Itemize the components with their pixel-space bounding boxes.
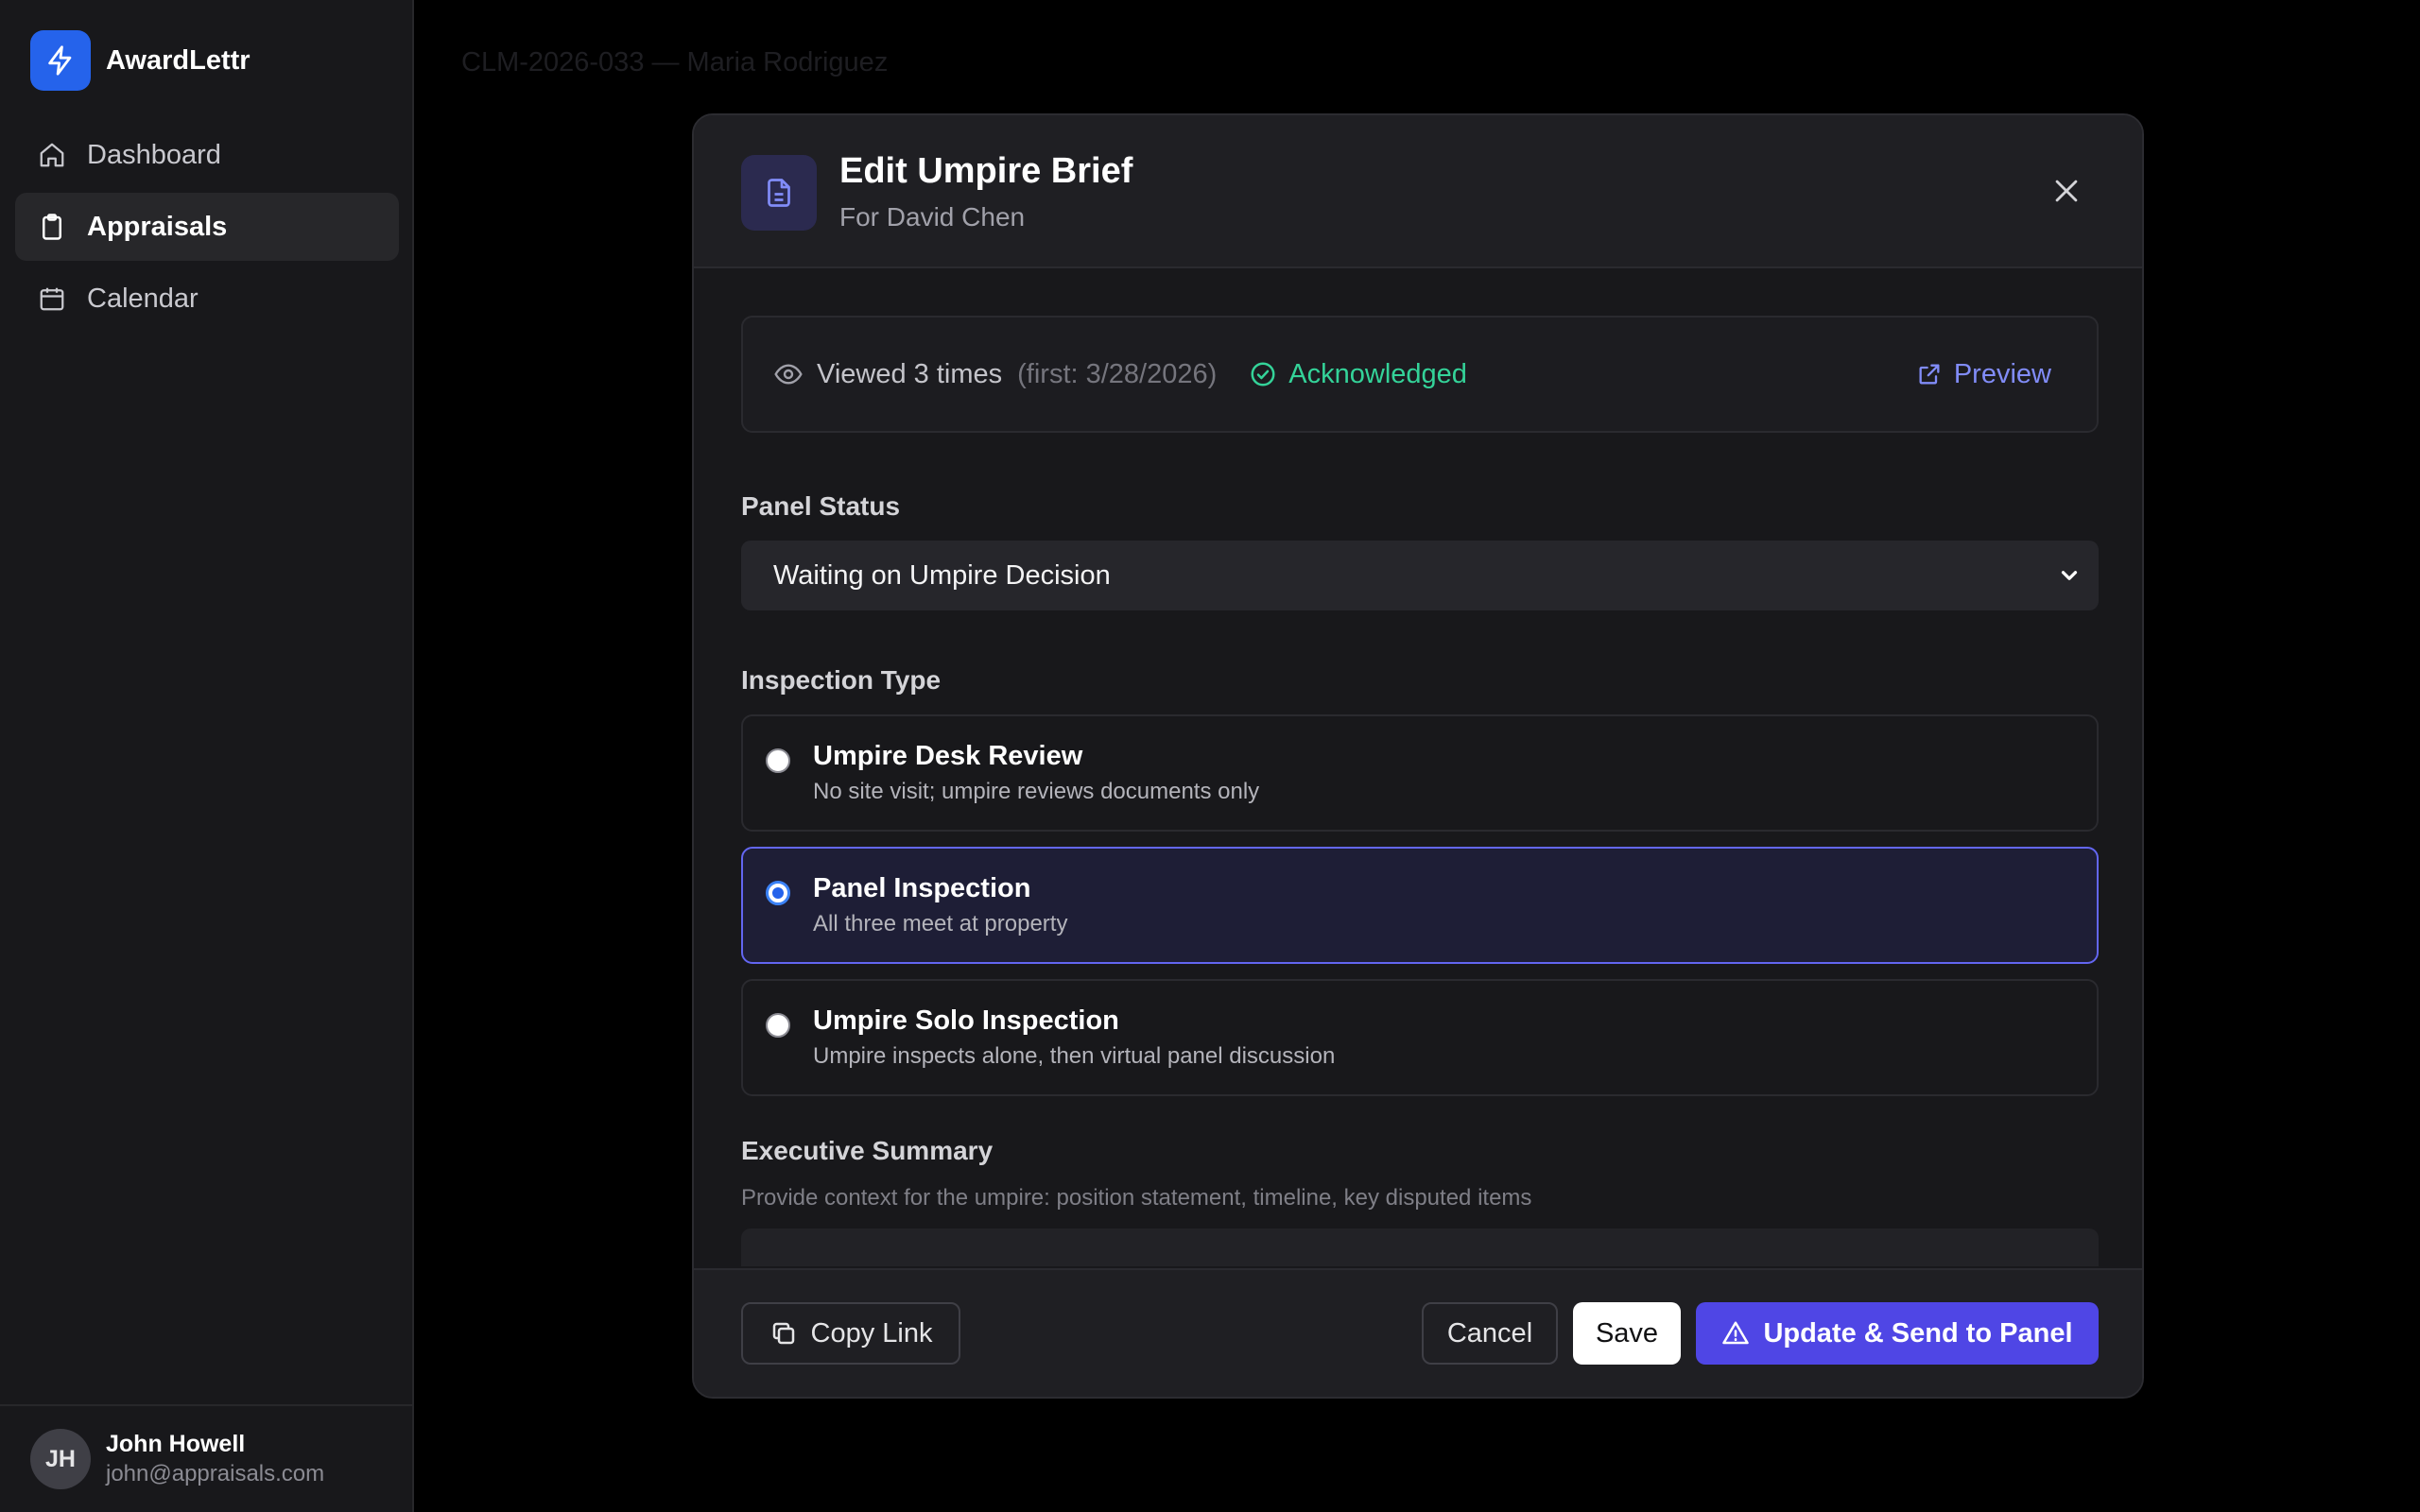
inspection-type-options: Umpire Desk Review No site visit; umpire…: [741, 714, 2099, 1096]
close-button[interactable]: [2044, 168, 2089, 214]
first-viewed-date: (first: 3/28/2026): [1017, 358, 1218, 389]
document-icon: [741, 155, 817, 231]
brand[interactable]: AwardLettr: [30, 30, 251, 91]
sidebar-item-appraisals[interactable]: Appraisals: [15, 193, 399, 261]
panel-status-select[interactable]: Waiting on Umpire Decision: [741, 541, 2099, 610]
user-email: john@appraisals.com: [106, 1461, 325, 1486]
sidebar: AwardLettr Dashboard Appraisals Calendar…: [0, 0, 414, 1512]
option-title: Panel Inspection: [813, 873, 1031, 903]
option-title: Umpire Desk Review: [813, 741, 1083, 771]
panel-status-label: Panel Status: [741, 491, 901, 521]
executive-summary-label: Executive Summary: [741, 1136, 994, 1165]
app-name: AwardLettr: [106, 44, 251, 76]
eye-icon: [774, 364, 803, 385]
modal-body: Viewed 3 times (first: 3/28/2026) Acknow…: [741, 316, 2099, 1266]
radio-button[interactable]: [766, 1013, 790, 1038]
option-umpire-solo-inspection[interactable]: Umpire Solo Inspection Umpire inspects a…: [741, 979, 2099, 1096]
option-description: All three meet at property: [813, 911, 1068, 936]
cancel-button[interactable]: Cancel: [1422, 1302, 1558, 1365]
user-name: John Howell: [106, 1431, 246, 1457]
user-profile[interactable]: JH John Howell john@appraisals.com: [0, 1404, 412, 1512]
warning-icon: [1722, 1321, 1750, 1345]
option-umpire-desk-review[interactable]: Umpire Desk Review No site visit; umpire…: [741, 714, 2099, 832]
executive-summary-textarea[interactable]: [741, 1228, 2099, 1266]
radio-button[interactable]: [766, 881, 790, 905]
sidebar-item-label: Appraisals: [87, 211, 228, 242]
preview-link[interactable]: Preview: [1916, 318, 2051, 431]
modal-header: Edit Umpire Brief For David Chen: [694, 115, 2142, 268]
external-link-icon: [1919, 364, 1940, 385]
update-send-label: Update & Send to Panel: [1763, 1317, 2073, 1349]
sidebar-item-calendar[interactable]: Calendar: [15, 265, 399, 333]
close-icon: [2055, 180, 2078, 202]
calendar-icon: [40, 287, 64, 311]
copy-link-button[interactable]: Copy Link: [741, 1302, 960, 1365]
copy-link-label: Copy Link: [810, 1317, 933, 1349]
modal-footer: Copy Link Cancel Save Update & Send to P…: [694, 1268, 2142, 1397]
option-panel-inspection[interactable]: Panel Inspection All three meet at prope…: [741, 847, 2099, 964]
clipboard-icon: [43, 214, 61, 240]
check-circle-icon: [1251, 362, 1275, 387]
sidebar-item-label: Calendar: [87, 283, 199, 314]
sidebar-item-label: Dashboard: [87, 139, 221, 170]
inspection-type-label: Inspection Type: [741, 665, 942, 695]
lightning-icon: [30, 30, 91, 91]
sidebar-item-dashboard[interactable]: Dashboard: [15, 121, 399, 189]
edit-umpire-brief-modal: Edit Umpire Brief For David Chen Viewed …: [692, 113, 2144, 1399]
preview-label: Preview: [1953, 358, 2051, 389]
option-title: Umpire Solo Inspection: [813, 1005, 1119, 1036]
executive-summary-helper: Provide context for the umpire: position…: [741, 1185, 1532, 1211]
copy-icon: [772, 1322, 794, 1345]
modal-title: Edit Umpire Brief: [839, 151, 1133, 191]
acknowledged-badge: Acknowledged: [1249, 359, 1467, 390]
radio-button[interactable]: [766, 748, 790, 773]
chevron-down-icon: [2061, 571, 2078, 580]
modal-subtitle: For David Chen: [839, 202, 1026, 232]
save-button[interactable]: Save: [1573, 1302, 1681, 1365]
view-count: Viewed 3 times: [817, 358, 1003, 389]
page-title: CLM-2026-033 — Maria Rodriguez: [461, 47, 889, 77]
panel-status-value: Waiting on Umpire Decision: [773, 559, 1111, 591]
view-tracking-box: Viewed 3 times (first: 3/28/2026) Acknow…: [741, 316, 2099, 433]
avatar: JH: [30, 1429, 91, 1489]
home-icon: [40, 143, 64, 167]
acknowledged-label: Acknowledged: [1288, 358, 1467, 389]
option-description: No site visit; umpire reviews documents …: [813, 779, 1260, 804]
update-send-to-panel-button[interactable]: Update & Send to Panel: [1696, 1302, 2099, 1365]
sidebar-nav: Dashboard Appraisals Calendar: [15, 121, 399, 336]
option-description: Umpire inspects alone, then virtual pane…: [813, 1043, 1336, 1069]
